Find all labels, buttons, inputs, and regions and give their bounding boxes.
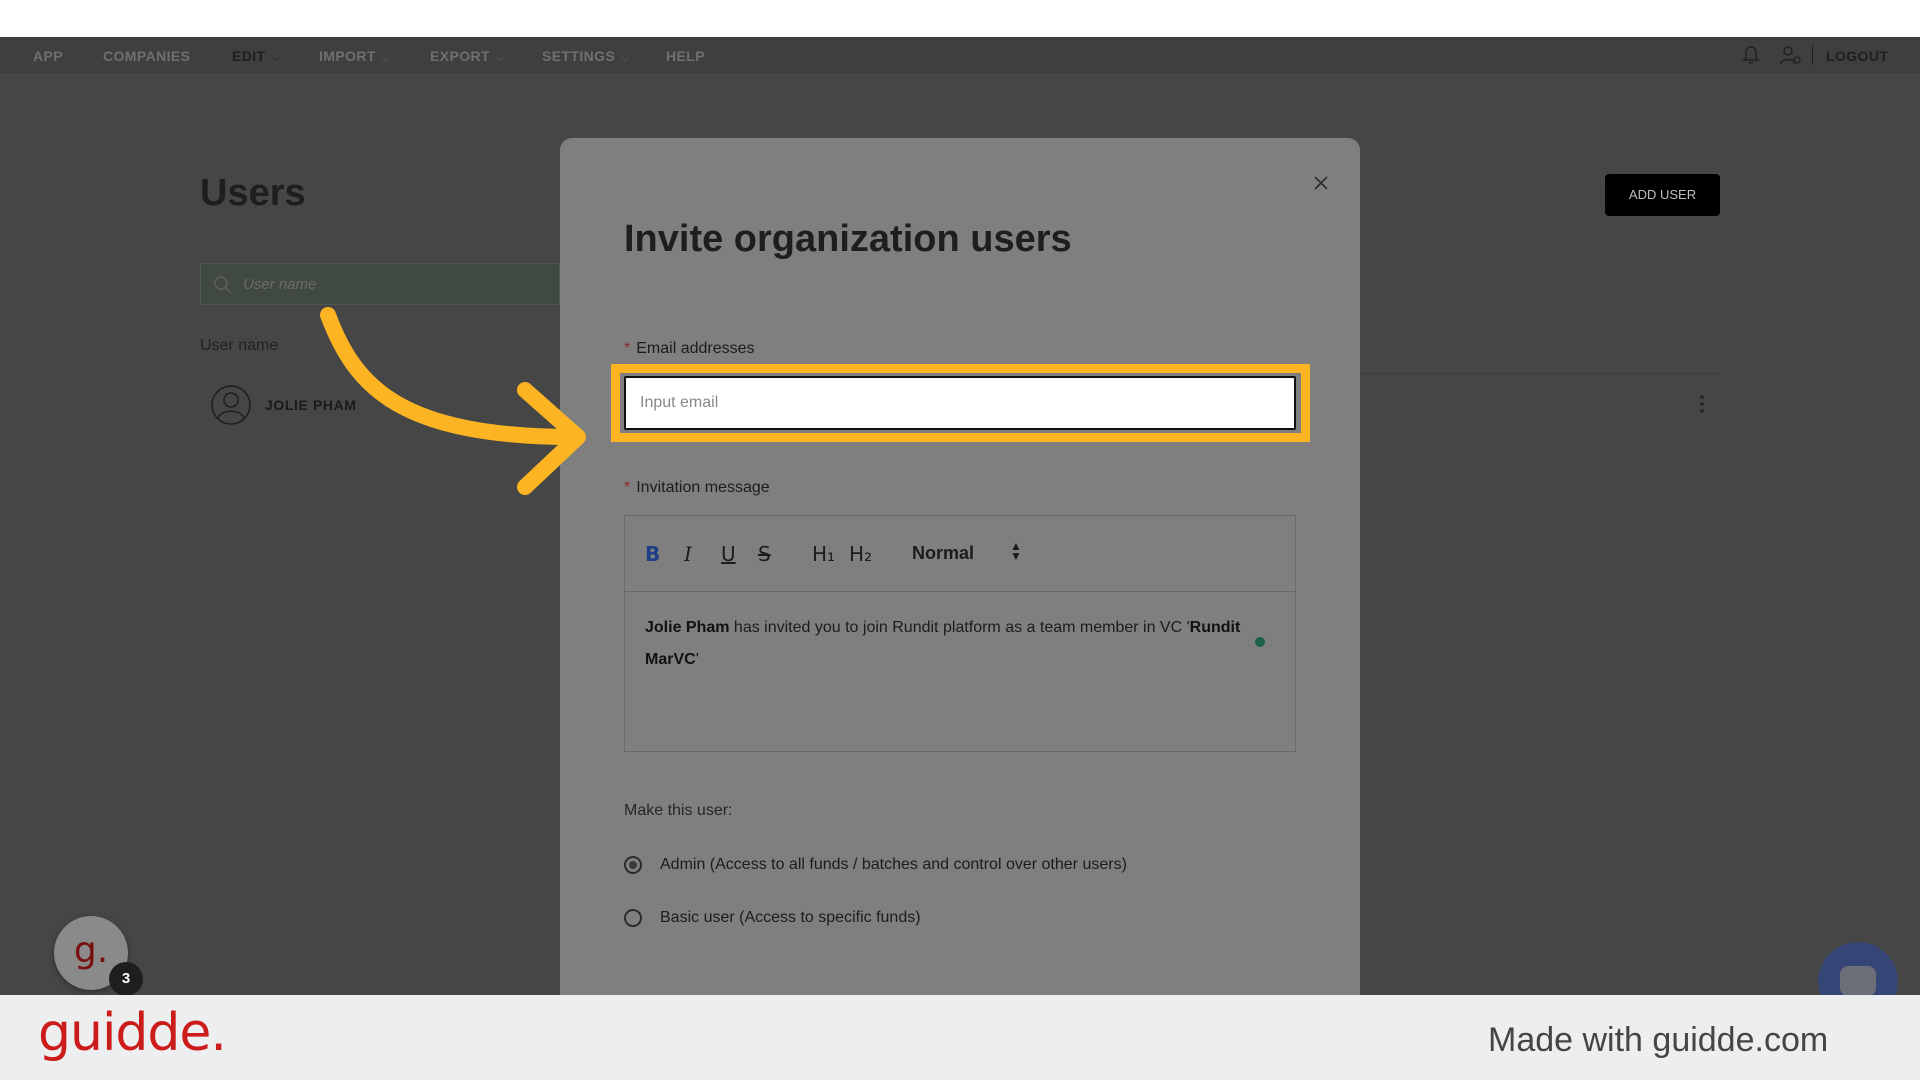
status-dot (1255, 637, 1265, 647)
avatar-icon (211, 385, 251, 425)
chevron-down-icon: ⌵ (495, 53, 504, 64)
nav-divider (1812, 45, 1813, 65)
more-options-icon[interactable] (1695, 393, 1709, 415)
email-label-text: Email addresses (636, 340, 755, 357)
app-area: APP COMPANIES EDIT ⌵ IMPORT ⌵ EXPORT ⌵ SETT… (0, 37, 1920, 995)
page-title: Users (200, 172, 306, 214)
chat-icon (1840, 966, 1876, 995)
top-margin (0, 0, 1920, 37)
pointer-arrow-icon (320, 307, 586, 495)
nav-settings-label: SETTINGS (542, 48, 616, 64)
heading2-button[interactable]: H₂ (849, 542, 872, 566)
bold-button[interactable]: B (645, 542, 660, 566)
column-header-user-name: User name (200, 337, 279, 354)
guidde-logo: guidde. (38, 1003, 227, 1063)
footer-bar: guidde. Made with guidde.com (0, 995, 1920, 1080)
top-navbar: APP COMPANIES EDIT ⌵ IMPORT ⌵ EXPORT ⌵ SETT… (0, 37, 1920, 73)
message-label: * Invitation message (624, 479, 770, 497)
message-end: ' (695, 651, 699, 668)
nav-help[interactable]: HELP (666, 48, 705, 64)
nav-settings[interactable]: SETTINGS ⌵ (542, 48, 629, 64)
chat-button[interactable] (1818, 942, 1898, 995)
chevron-down-icon: ⌵ (271, 53, 280, 64)
message-content[interactable]: Jolie Pham has invited you to join Rundi… (645, 612, 1275, 676)
nav-edit-label: EDIT (232, 48, 266, 64)
row-divider (1360, 373, 1720, 374)
required-marker: * (624, 340, 631, 357)
notification-badge: 3 (109, 962, 143, 995)
nav-edit[interactable]: EDIT ⌵ (232, 48, 279, 64)
search-placeholder: User name (243, 276, 317, 293)
invitation-message-editor[interactable]: B I U S H₁ H₂ Normal ▲ ▼ Jolie Pham has i… (624, 515, 1296, 752)
format-select[interactable]: Normal (912, 543, 974, 564)
user-settings-icon[interactable] (1780, 45, 1802, 65)
nav-import-label: IMPORT (319, 48, 376, 64)
email-label: * Email addresses (624, 340, 755, 358)
message-text: has invited you to join Rundit platform … (729, 619, 1190, 636)
role-basic-label: Basic user (Access to specific funds) (660, 909, 921, 926)
nav-export-label: EXPORT (430, 48, 490, 64)
nav-export[interactable]: EXPORT ⌵ (430, 48, 504, 64)
role-admin-label: Admin (Access to all funds / batches and… (660, 856, 1127, 873)
chevron-down-icon: ⌵ (381, 53, 390, 64)
make-user-label: Make this user: (624, 802, 733, 819)
select-arrows-icon: ▲ ▼ (1010, 539, 1022, 563)
close-icon[interactable] (1310, 172, 1332, 194)
editor-toolbar: B I U S H₁ H₂ Normal ▲ ▼ (625, 516, 1295, 592)
message-inviter: Jolie Pham (645, 619, 730, 636)
bell-icon[interactable] (1742, 45, 1760, 65)
chevron-down-icon: ⌵ (621, 53, 630, 64)
search-icon (214, 276, 232, 294)
required-marker: * (624, 479, 631, 496)
radio-admin[interactable] (624, 856, 642, 874)
strikethrough-button[interactable]: S (758, 542, 771, 566)
italic-button[interactable]: I (684, 542, 692, 566)
invite-users-modal: Invite organization users * Email address… (560, 138, 1360, 995)
made-with-text: Made with guidde.com (1488, 1021, 1829, 1059)
message-label-text: Invitation message (636, 479, 770, 496)
logout-link[interactable]: LOGOUT (1826, 48, 1888, 64)
radio-basic[interactable] (624, 909, 642, 927)
email-input[interactable] (624, 376, 1296, 430)
add-user-button[interactable]: ADD USER (1605, 174, 1720, 216)
nav-import[interactable]: IMPORT ⌵ (319, 48, 390, 64)
nav-app[interactable]: APP (33, 48, 63, 64)
heading1-button[interactable]: H₁ (812, 542, 835, 566)
underline-button[interactable]: U (721, 542, 736, 566)
nav-companies[interactable]: COMPANIES (103, 48, 190, 64)
modal-title: Invite organization users (624, 218, 1072, 260)
